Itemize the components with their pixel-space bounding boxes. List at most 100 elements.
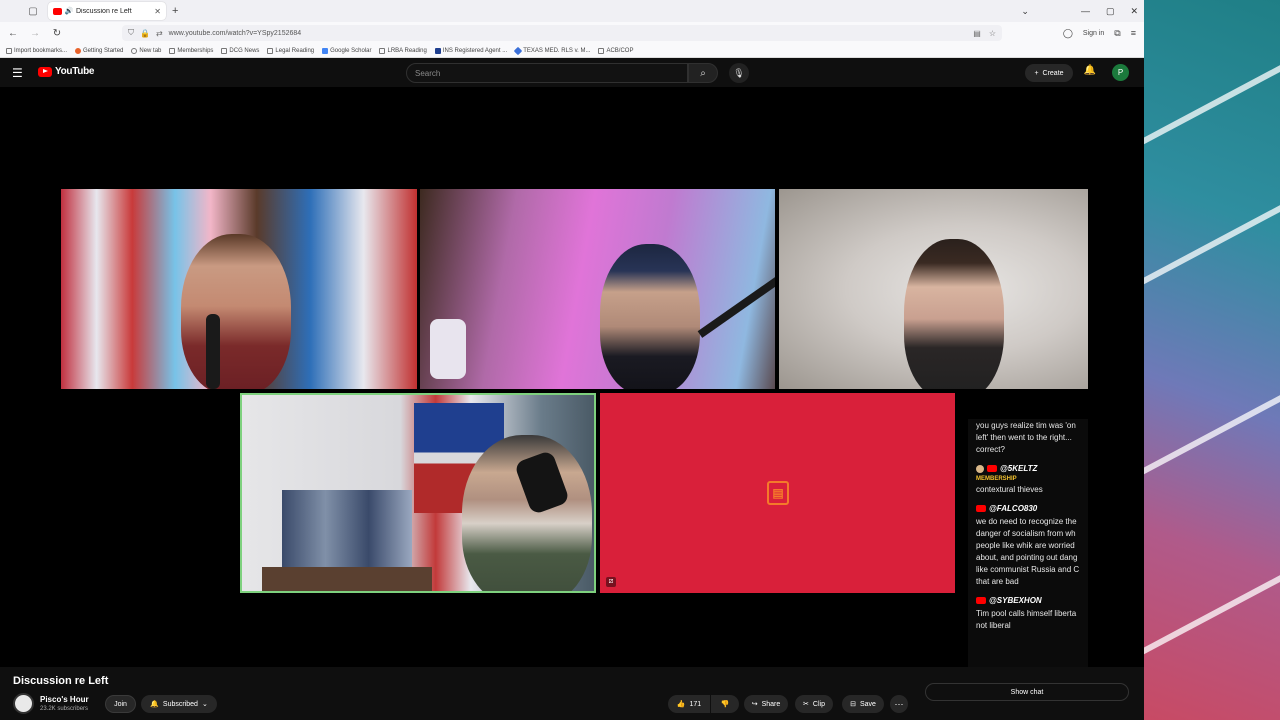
hamburger-menu-icon[interactable]: ☰ [12, 66, 26, 80]
bookmark-item[interactable]: New tab [131, 47, 161, 54]
bookmark-item[interactable]: Google Scholar [322, 47, 371, 54]
bookmark-item[interactable]: ACB/COP [598, 47, 633, 54]
bookmark-item[interactable]: Legal Reading [267, 47, 314, 54]
translate-icon[interactable]: ▤ [973, 29, 981, 38]
address-bar[interactable]: ⛉ 🔒 ⇄ www.youtube.com/watch?v=YSpy215268… [122, 25, 1002, 41]
permissions-icon[interactable]: ⇄ [156, 29, 163, 38]
thumbs-up-icon: 👍 [676, 701, 686, 708]
account-icon[interactable]: ◯ [1063, 28, 1073, 39]
show-chat-button[interactable]: Show chat [925, 683, 1129, 701]
camera-off-icon: ⧄ [606, 577, 616, 587]
chat-message-text: we do need to recognize the danger of so… [976, 517, 1080, 586]
channel-avatar[interactable] [13, 693, 34, 714]
chat-message: @FALCO830 we do need to recognize the da… [976, 504, 1088, 588]
chat-message-text: Tim pool calls himself liberta not liber… [976, 609, 1077, 630]
youtube-header: ☰ YouTube ⌕ 🎙 + Create 🔔 P [0, 59, 1144, 87]
youtube-logo[interactable]: YouTube [38, 66, 95, 77]
chat-author: @SYBEXHON [976, 596, 1088, 605]
scholar-icon [322, 47, 329, 54]
video-info: Discussion re Left Pisco's Hour 23.2K su… [0, 667, 1144, 720]
bookmark-item[interactable]: LRBA Reading [379, 47, 427, 54]
maximize-icon[interactable]: ▢ [1106, 6, 1115, 17]
chat-author: @FALCO830 [976, 504, 1088, 513]
close-window-icon[interactable]: ✕ [1130, 6, 1138, 17]
join-button[interactable]: Join [105, 695, 136, 713]
chat-message-text: you guys realize tim was 'on left' then … [976, 421, 1076, 454]
bookmark-item[interactable]: TEXAS MED. RLS v. M... [513, 46, 590, 55]
menu-icon[interactable]: ≡ [1131, 28, 1136, 38]
notifications-bell-icon[interactable]: 🔔 [1082, 65, 1098, 81]
bookmark-item[interactable]: DCG News [221, 47, 259, 54]
channel-name[interactable]: Pisco's Hour [40, 695, 89, 704]
browser-window: ▢ 🔊 Discussion re Left ✕ + ⌄ — ▢ ✕ ← → ↻… [0, 0, 1144, 720]
avatar[interactable]: P [1112, 64, 1129, 81]
search-icon: ⌕ [700, 67, 706, 79]
firefox-icon [75, 47, 82, 54]
folder-icon [379, 47, 386, 54]
video-player[interactable]: ▤ ⧄ you guys realize tim was 'on left' t… [0, 87, 1144, 667]
scissors-icon: ✂ [803, 701, 809, 708]
bookmark-item[interactable]: Import bookmarks... [6, 47, 67, 54]
bookmark-star-icon[interactable]: ☆ [989, 29, 996, 38]
bookmark-icon: ⊟ [850, 701, 856, 708]
sign-in-link[interactable]: Sign in [1083, 30, 1104, 37]
bookmarks-bar: Import bookmarks... Getting Started New … [0, 44, 1144, 58]
search-input[interactable] [406, 63, 688, 83]
texas-icon [513, 46, 523, 55]
more-actions-button[interactable]: ⋯ [890, 695, 908, 713]
video-tile-participant-2 [420, 189, 775, 389]
voice-search-button[interactable]: 🎙 [729, 63, 749, 83]
chat-message: you guys realize tim was 'on left' then … [976, 420, 1088, 456]
bookmark-item[interactable]: Memberships [169, 47, 213, 54]
bookmark-item[interactable]: Getting Started [75, 47, 123, 54]
chevron-down-icon: ⌄ [201, 701, 208, 708]
tab-list-icon[interactable]: ▢ [26, 4, 40, 18]
create-button[interactable]: + Create [1025, 64, 1073, 82]
chat-author: @5KELTZ [976, 464, 1088, 473]
youtube-favicon-icon [53, 7, 62, 15]
forward-icon[interactable]: → [28, 28, 42, 39]
more-dots-icon: ⋯ [894, 698, 904, 709]
video-tile-participant-1 [61, 189, 417, 389]
bookmark-item[interactable]: INS Registered Agent ... [434, 47, 507, 54]
microphone-icon: 🎙 [733, 67, 745, 78]
subscriber-count: 23.2K subscribers [40, 706, 89, 712]
tab-bar: ▢ 🔊 Discussion re Left ✕ + ⌄ — ▢ ✕ [0, 0, 1144, 22]
reload-icon[interactable]: ↻ [50, 28, 64, 39]
list-all-tabs-icon[interactable]: ⌄ [1021, 6, 1029, 17]
like-button[interactable]: 👍 171 [668, 695, 710, 713]
search-button[interactable]: ⌕ [688, 63, 718, 83]
lock-icon[interactable]: 🔒 [140, 29, 150, 38]
desktop-background [1144, 0, 1280, 720]
clip-button[interactable]: ✂ Clip [795, 695, 833, 713]
bell-icon: 🔔 [150, 701, 159, 708]
toolbar-right: ◯ Sign in ⧉ ≡ [1063, 22, 1136, 44]
plus-icon: + [1034, 69, 1039, 77]
close-tab-icon[interactable]: ✕ [154, 7, 161, 16]
tab-title: Discussion re Left [76, 7, 132, 15]
new-tab-icon[interactable]: + [172, 5, 178, 17]
shield-icon[interactable]: ⛉ [128, 28, 134, 38]
audio-playing-icon[interactable]: 🔊 [65, 7, 74, 15]
back-icon[interactable]: ← [6, 28, 20, 39]
member-avatar-icon [976, 464, 984, 473]
extensions-icon[interactable]: ⧉ [1114, 28, 1120, 39]
chat-message-text: contextural thieves [976, 485, 1043, 494]
share-button[interactable]: ↪ Share [744, 695, 788, 713]
window-controls: ⌄ — ▢ ✕ [1021, 0, 1138, 22]
minimize-icon[interactable]: — [1081, 6, 1090, 16]
youtube-badge-icon [976, 597, 986, 604]
navigation-bar: ← → ↻ ⛉ 🔒 ⇄ www.youtube.com/watch?v=YSpy… [0, 22, 1144, 44]
thumbs-down-icon: 👎 [720, 701, 730, 708]
chat-message: @SYBEXHON Tim pool calls himself liberta… [976, 596, 1088, 632]
folder-icon [6, 47, 12, 54]
dislike-button[interactable]: 👎 [711, 695, 739, 713]
tab-active[interactable]: 🔊 Discussion re Left ✕ [48, 2, 166, 20]
url-text[interactable]: www.youtube.com/watch?v=YSpy2152684 [169, 30, 302, 37]
share-icon: ↪ [751, 701, 758, 708]
folder-icon [169, 47, 176, 54]
chat-message: @5KELTZ MEMBERSHIP contextural thieves [976, 464, 1088, 496]
screen: ▢ 🔊 Discussion re Left ✕ + ⌄ — ▢ ✕ ← → ↻… [0, 0, 1280, 720]
save-button[interactable]: ⊟ Save [842, 695, 884, 713]
subscribed-button[interactable]: 🔔 Subscribed ⌄ [141, 695, 217, 713]
